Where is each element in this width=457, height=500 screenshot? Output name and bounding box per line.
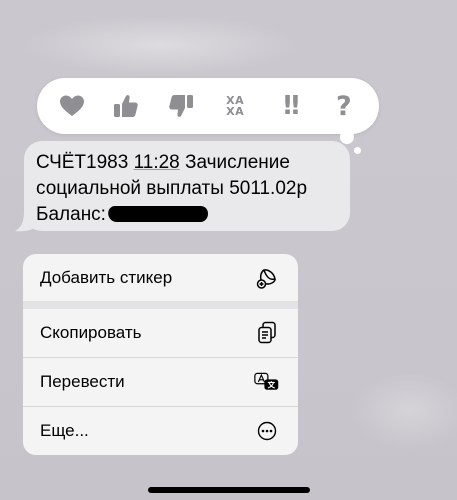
menu-item-translate[interactable]: Перевести — [23, 358, 298, 406]
tapback-tail-dot — [340, 130, 354, 144]
thumbs-down-icon[interactable] — [161, 86, 201, 126]
heart-icon[interactable] — [52, 86, 92, 126]
exclamation-icon[interactable]: !! — [269, 86, 309, 126]
menu-group-separator — [23, 301, 298, 309]
home-indicator[interactable] — [148, 487, 310, 493]
tapback-tail-dot-small — [354, 147, 361, 154]
message-line-1: СЧЁТ1983 11:28 Зачисление — [36, 150, 338, 176]
sticker-icon — [254, 265, 280, 291]
menu-item-label: Добавить стикер — [40, 268, 173, 287]
message-bubble[interactable]: СЧЁТ1983 11:28 Зачисление социальной вып… — [24, 141, 350, 231]
message-sender: СЧЁТ1983 — [36, 152, 134, 173]
question-label: ? — [335, 90, 352, 122]
menu-item-label: Еще... — [40, 421, 89, 440]
menu-item-label: Перевести — [40, 372, 125, 391]
menu-item-copy[interactable]: Скопировать — [23, 309, 298, 357]
menu-item-more[interactable]: Еще... — [23, 407, 298, 455]
menu-item-label: Скопировать — [40, 323, 142, 342]
haha-icon[interactable]: ХА ХА — [215, 86, 255, 126]
tapback-bar: ХА ХА !! ? — [37, 78, 379, 134]
balance-label: Баланс: — [36, 204, 106, 225]
more-icon — [254, 418, 280, 444]
message-line-2: социальной выплаты 5011.02р — [36, 178, 308, 199]
haha-line-2: ХА — [226, 105, 245, 118]
thumbs-up-icon[interactable] — [106, 86, 146, 126]
message-line-3: Баланс: — [36, 202, 338, 228]
redaction-scribble — [106, 206, 210, 222]
question-icon[interactable]: ? — [324, 86, 364, 126]
context-menu: Добавить стикер Скопировать Перевести Ещ… — [23, 254, 298, 455]
copy-icon — [254, 320, 280, 346]
message-line-1-text: Зачисление — [179, 152, 290, 173]
exclamation-label: !! — [281, 91, 302, 121]
menu-item-add-sticker[interactable]: Добавить стикер — [23, 254, 298, 302]
translate-icon — [254, 369, 280, 395]
message-time-link[interactable]: 11:28 — [134, 152, 180, 173]
